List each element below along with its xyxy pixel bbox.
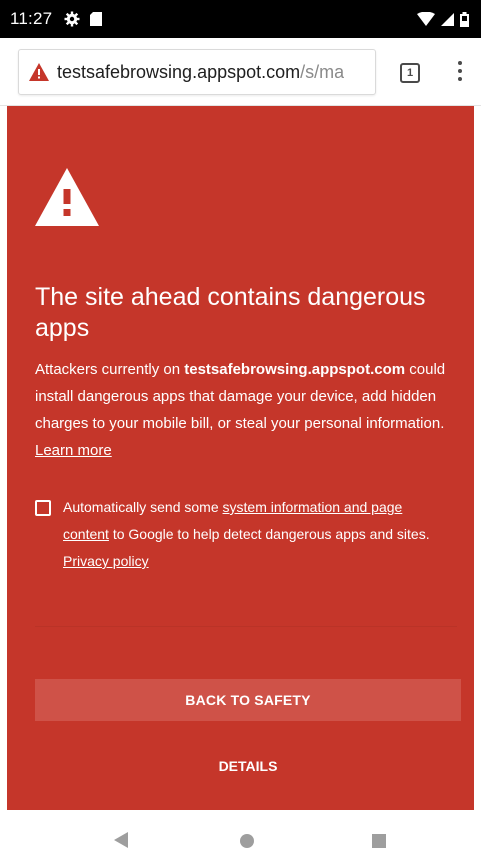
signal-icon [441,12,454,26]
sd-card-icon [90,12,103,26]
url-host: testsafebrowsing.appspot.com [57,61,301,82]
divider [35,626,457,627]
details-button[interactable]: DETAILS [35,748,461,784]
recents-icon[interactable] [372,834,386,848]
warning-description: Attackers currently on testsafebrowsing.… [35,356,450,464]
system-nav-bar [0,810,481,849]
safe-browsing-interstitial: The site ahead contains dangerous apps A… [7,106,474,810]
extended-reporting-optin: Automatically send some system informati… [35,494,455,575]
url-path: /s/ma [300,61,345,82]
site-name: testsafebrowsing.appspot.com [184,361,406,378]
learn-more-link[interactable]: Learn more [35,442,112,459]
page-heading: The site ahead contains dangerous apps [35,283,426,342]
status-time: 11:27 [10,9,53,28]
privacy-policy-link[interactable]: Privacy policy [63,553,149,569]
status-bar: 11:27 [0,0,481,38]
large-warning-icon [35,168,99,226]
tab-switcher-button[interactable]: 1 [400,63,420,83]
url-bar[interactable]: testsafebrowsing.appspot.com/s/ma [18,49,376,95]
more-vert-icon[interactable] [454,61,466,87]
home-icon[interactable] [240,834,254,848]
optin-prefix: Automatically send some [63,499,223,515]
status-indicators [417,11,469,27]
url-text[interactable]: testsafebrowsing.appspot.com/s/ma [57,62,344,83]
description-prefix: Attackers currently on [35,361,185,378]
optin-text: Automatically send some system informati… [63,494,451,575]
wifi-icon [417,12,435,26]
warning-triangle-icon[interactable] [29,63,49,81]
back-icon[interactable] [114,832,128,848]
browser-toolbar: testsafebrowsing.appspot.com/s/ma 1 [0,38,481,106]
extended-reporting-checkbox[interactable] [35,500,51,516]
back-to-safety-button[interactable]: BACK TO SAFETY [35,679,461,721]
optin-middle: to Google to help detect dangerous apps … [108,526,430,542]
battery-icon [460,11,469,27]
gear-icon [64,11,80,27]
